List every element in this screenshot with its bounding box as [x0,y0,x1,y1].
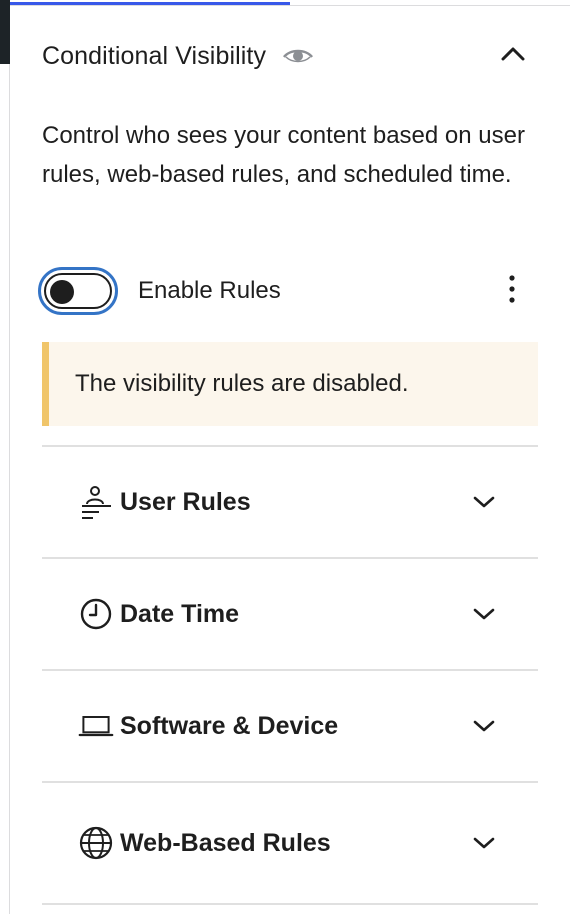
more-options-button[interactable] [494,272,530,310]
clock-icon [78,596,114,632]
enable-rules-toggle[interactable] [38,267,118,315]
globe-icon [78,825,114,861]
editor-left-edge [0,0,10,914]
panel-header[interactable]: Conditional Visibility [10,6,570,106]
chevron-down-icon [470,712,498,740]
user-rules-icon [78,484,114,520]
chevron-down-icon [470,488,498,516]
section-label: Software & Device [120,711,339,740]
toggle-knob [50,280,74,304]
collapse-panel-button[interactable] [496,39,530,73]
rule-sections: User Rules Date Time Software & Device W… [42,445,538,905]
conditional-visibility-panel: Conditional Visibility Control who sees … [10,6,570,914]
panel-title: Conditional Visibility [42,41,267,70]
section-web-based-rules[interactable]: Web-Based Rules [42,781,538,905]
eye-icon [282,46,314,66]
editor-toolbar-edge [0,0,10,64]
section-label: Date Time [120,599,240,628]
notice-text: The visibility rules are disabled. [75,370,409,397]
section-software-device[interactable]: Software & Device [42,669,538,781]
panel-description: Control who sees your content based on u… [42,122,525,188]
toggle-track [44,273,112,309]
chevron-down-icon [470,600,498,628]
chevron-down-icon [470,829,498,857]
more-vertical-icon [508,274,516,309]
active-tab-indicator [10,2,290,5]
section-date-time[interactable]: Date Time [42,557,538,669]
chevron-up-icon [500,46,526,67]
section-label: Web-Based Rules [120,828,331,857]
laptop-icon [78,708,114,744]
enable-rules-label[interactable]: Enable Rules [138,277,281,305]
enable-rules-row: Enable Rules [38,266,548,316]
rules-disabled-notice: The visibility rules are disabled. [42,342,538,426]
section-label: User Rules [120,487,251,516]
section-user-rules[interactable]: User Rules [42,445,538,557]
